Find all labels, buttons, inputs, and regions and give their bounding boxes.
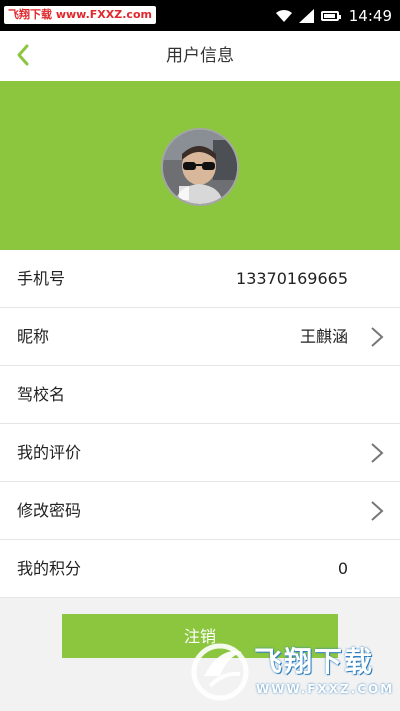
watermark-logo: 飞翔下载 WWW.FXXZ.COM <box>190 636 395 706</box>
row-phone: 手机号 13370169665 <box>0 250 400 308</box>
chevron-right-icon <box>371 443 384 463</box>
row-driving-school: 驾校名 <box>0 366 400 424</box>
profile-banner <box>0 81 400 250</box>
avatar-image <box>163 130 237 204</box>
clock: 14:49 <box>348 6 392 25</box>
watermark-site: WWW.FXXZ.COM <box>256 682 395 696</box>
my-points-value: 0 <box>337 559 348 578</box>
nickname-value: 王麒涵 <box>299 327 348 346</box>
row-my-points: 我的积分 0 <box>0 540 400 598</box>
phone-label: 手机号 <box>17 269 66 288</box>
watermark-brand: 飞翔下载 <box>254 645 375 678</box>
page-title: 用户信息 <box>166 46 234 66</box>
battery-icon <box>320 10 341 21</box>
signal-icon <box>298 8 314 23</box>
chevron-right-icon <box>371 501 384 521</box>
watermark-tag: 飞翔下载 www.FXXZ.com <box>4 6 156 24</box>
status-bar: 飞翔下载 www.FXXZ.com 14:49 <box>0 0 400 31</box>
phone-value: 13370169665 <box>236 269 348 288</box>
chevron-right-icon <box>371 327 384 347</box>
status-icons: 14:49 <box>275 0 392 31</box>
nickname-label: 昵称 <box>17 327 50 346</box>
info-list: 手机号 13370169665 昵称 王麒涵 驾校名 我的评价 修改密码 我的积… <box>0 250 400 598</box>
avatar[interactable] <box>161 128 239 206</box>
driving-school-label: 驾校名 <box>17 385 66 404</box>
my-points-label: 我的积分 <box>17 559 82 578</box>
my-reviews-label: 我的评价 <box>17 443 82 462</box>
row-nickname[interactable]: 昵称 王麒涵 <box>0 308 400 366</box>
watermark-emblem-icon <box>191 643 249 701</box>
change-password-label: 修改密码 <box>17 501 82 520</box>
nav-bar: 用户信息 <box>0 31 400 81</box>
row-change-password[interactable]: 修改密码 <box>0 482 400 540</box>
row-my-reviews[interactable]: 我的评价 <box>0 424 400 482</box>
wifi-icon <box>275 9 292 22</box>
